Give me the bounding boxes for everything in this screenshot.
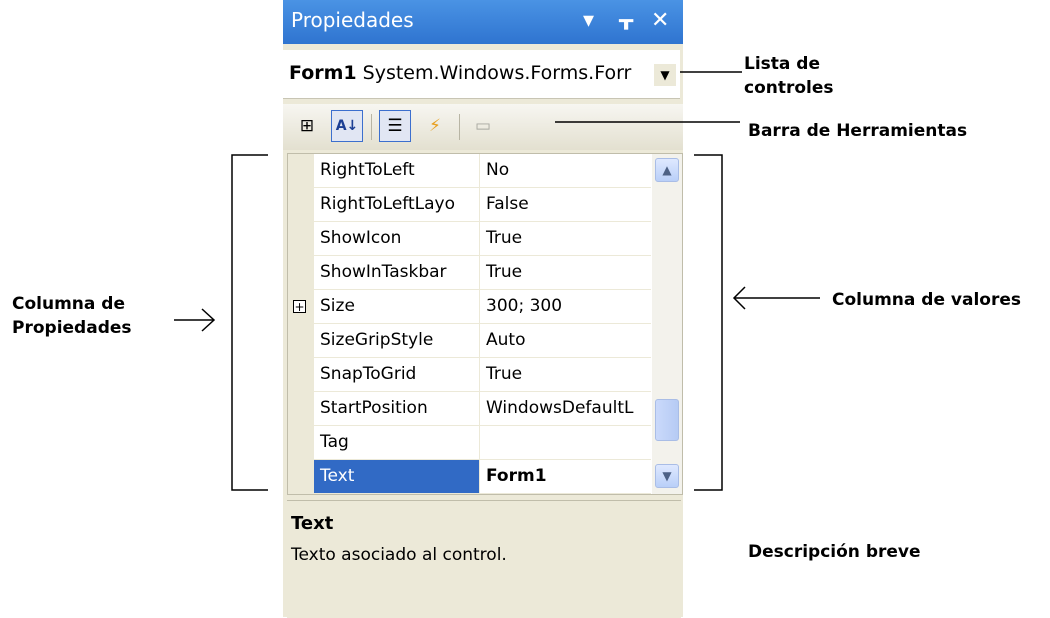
annotation-descripcion-breve: Descripción breve [748,542,921,562]
annotation-columna-valores: Columna de valores [832,290,1022,310]
annotation-lista-line1: Lista de [744,54,820,74]
annotation-lista-controles: Lista de controles [744,52,834,100]
annotation-barra-herramientas: Barra de Herramientas [748,121,968,141]
bracket-property-names [231,154,268,491]
annotation-columna-propiedades: Columna de Propiedades [12,292,132,340]
bracket-property-values [694,154,723,491]
annotation-lista-line2: controles [744,78,834,98]
annotation-columna-prop-line2: Propiedades [12,318,132,338]
annotation-columna-prop-line1: Columna de [12,294,125,314]
